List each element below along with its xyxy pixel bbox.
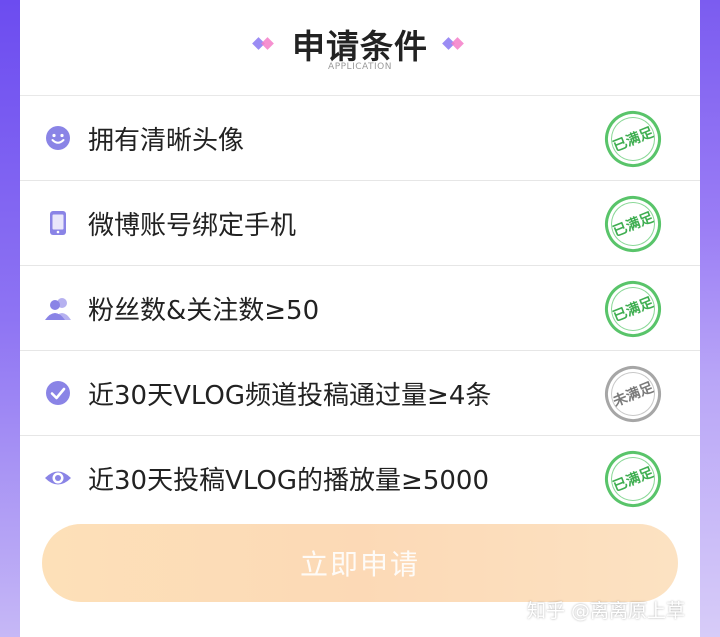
background-gradient xyxy=(0,0,20,637)
condition-label: 粉丝数&关注数≥50 xyxy=(88,296,320,326)
status-stamp: 未满足 xyxy=(596,357,670,431)
apply-button-label: 立即申请 xyxy=(299,549,420,580)
mobile-phone-icon xyxy=(50,211,66,235)
section-subtitle: APPLICATION xyxy=(328,62,392,72)
section-title: 申请条件 xyxy=(292,27,428,66)
section-header: 申请条件 APPLICATION xyxy=(20,0,700,96)
title-row: 申请条件 xyxy=(20,20,700,68)
smiley-face-icon xyxy=(46,126,70,150)
status-stamp: 已满足 xyxy=(596,272,670,346)
condition-label: 微博账号绑定手机 xyxy=(88,211,297,241)
condition-label: 近30天投稿VLOG的播放量≥5000 xyxy=(88,466,489,496)
condition-list: 拥有清晰头像 已满足 微博账号绑定手机 已满足 粉丝数&关注数≥50 已满足 近… xyxy=(20,96,700,521)
apply-now-button[interactable]: 立即申请 xyxy=(42,524,678,602)
condition-row-vlog-posts: 近30天VLOG频道投稿通过量≥4条 未满足 xyxy=(20,351,700,436)
condition-row-avatar: 拥有清晰头像 已满足 xyxy=(20,96,700,181)
diamond-decoration-right-icon xyxy=(442,37,466,51)
status-stamp: 已满足 xyxy=(596,442,670,516)
users-icon xyxy=(45,298,71,320)
application-conditions-card: 申请条件 APPLICATION 拥有清晰头像 已满足 微博账号绑定手机 已满足… xyxy=(20,0,700,637)
condition-label: 拥有清晰头像 xyxy=(88,126,245,156)
status-stamp: 已满足 xyxy=(596,187,670,261)
watermark: 知乎 @离离原上草 xyxy=(527,600,686,622)
diamond-decoration-left-icon xyxy=(252,37,276,51)
eye-icon xyxy=(45,471,71,485)
condition-row-vlog-views: 近30天投稿VLOG的播放量≥5000 已满足 xyxy=(20,436,700,521)
condition-row-followers: 粉丝数&关注数≥50 已满足 xyxy=(20,266,700,351)
condition-row-phone: 微博账号绑定手机 已满足 xyxy=(20,181,700,266)
check-circle-icon xyxy=(46,381,70,405)
condition-label: 近30天VLOG频道投稿通过量≥4条 xyxy=(88,381,492,411)
status-stamp: 已满足 xyxy=(596,102,670,176)
